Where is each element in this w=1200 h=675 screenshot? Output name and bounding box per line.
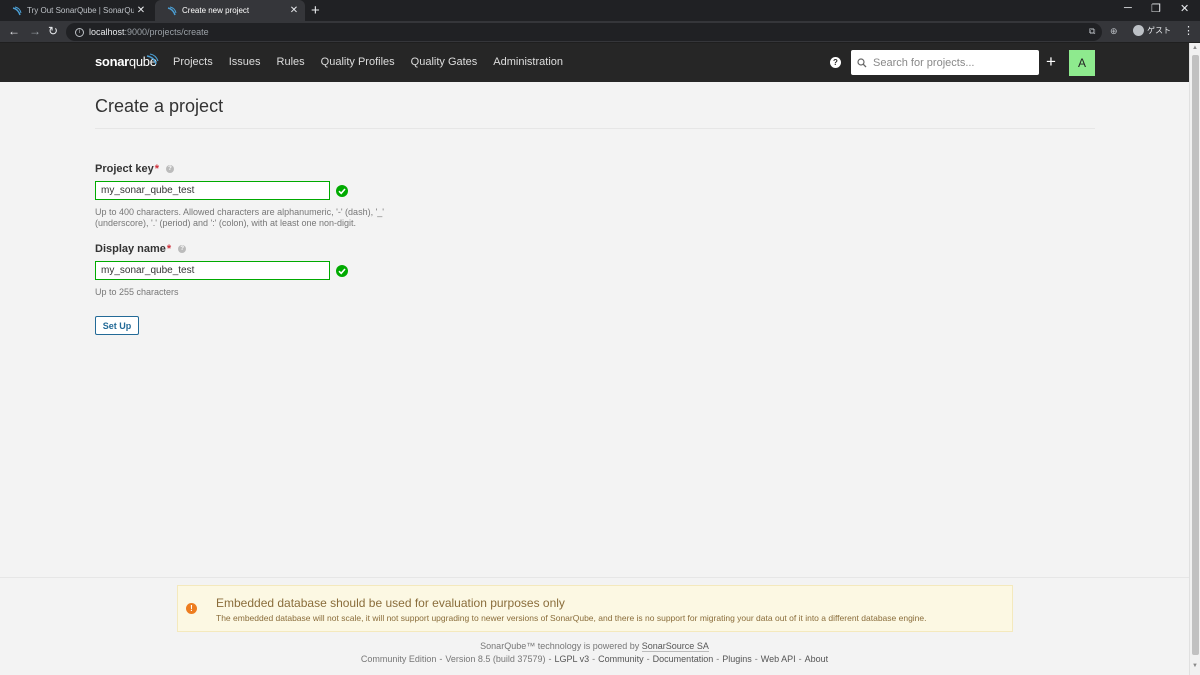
url-path: :9000/projects/create xyxy=(124,27,209,37)
version-text: Version 8.5 (build 37579) xyxy=(445,654,546,664)
tab-title: Try Out SonarQube | SonarQube xyxy=(27,6,134,15)
close-icon[interactable]: ✕ xyxy=(287,5,301,16)
restore-icon[interactable]: ❐ xyxy=(1151,2,1161,15)
display-name-label: Display name * ? xyxy=(95,243,187,255)
sonarsource-link[interactable]: SonarSource SA xyxy=(641,641,709,652)
scroll-down-icon[interactable]: ▼ xyxy=(1192,663,1198,669)
info-icon[interactable]: i xyxy=(75,27,84,37)
browser-menu-icon[interactable]: ⋮ xyxy=(1183,24,1194,37)
main-nav: Projects Issues Rules Quality Profiles Q… xyxy=(173,56,579,68)
page-title: Create a project xyxy=(95,96,224,116)
close-icon[interactable]: ✕ xyxy=(134,5,148,16)
help-tooltip-icon[interactable]: ? xyxy=(178,245,187,253)
warning-description: The embedded database will not scale, it… xyxy=(216,613,927,623)
minimize-icon[interactable]: ─ xyxy=(1124,2,1132,14)
help-icon[interactable]: ? xyxy=(830,57,841,68)
required-mark: * xyxy=(166,243,172,255)
powered-by-text: SonarQube™ technology is powered by xyxy=(480,641,642,651)
display-name-help: Up to 255 characters xyxy=(95,287,179,297)
page-scrollbar[interactable]: ▲ ▼ xyxy=(1189,43,1200,675)
browser-tab-strip: Try Out SonarQube | SonarQube ✕ Create n… xyxy=(0,0,1200,21)
translate-icon[interactable]: ⧉ xyxy=(1089,26,1095,37)
search-input[interactable] xyxy=(873,56,1033,69)
help-tooltip-icon[interactable]: ? xyxy=(165,165,174,173)
nav-quality-gates[interactable]: Quality Gates xyxy=(411,56,478,68)
display-name-input[interactable] xyxy=(95,261,330,280)
warning-title: Embedded database should be used for eva… xyxy=(216,596,565,610)
forward-icon[interactable]: → xyxy=(29,24,41,38)
url-host: localhost xyxy=(89,27,125,37)
profile-label: ゲスト xyxy=(1147,26,1171,35)
community-link[interactable]: Community xyxy=(598,654,644,664)
search-icon xyxy=(857,57,867,67)
warning-icon: ! xyxy=(186,603,197,614)
warning-strip: ! xyxy=(178,586,204,631)
footer-divider xyxy=(0,577,1189,578)
sonar-wave-icon xyxy=(146,53,159,65)
browser-tab-create-project[interactable]: Create new project ✕ xyxy=(155,0,305,21)
reload-icon[interactable]: ↻ xyxy=(48,24,58,38)
powered-by: SonarQube™ technology is powered by Sona… xyxy=(0,641,1189,652)
web-api-link[interactable]: Web API xyxy=(761,654,796,664)
avatar[interactable]: A xyxy=(1069,50,1095,76)
project-key-label-text: Project key xyxy=(95,163,154,175)
edition-text: Community Edition xyxy=(360,654,437,664)
window-close-icon[interactable]: ✕ xyxy=(1180,2,1189,15)
required-mark: * xyxy=(154,163,159,175)
project-key-help-line1: Up to 400 characters. Allowed characters… xyxy=(95,207,385,217)
documentation-link[interactable]: Documentation xyxy=(653,654,714,664)
project-search[interactable] xyxy=(851,50,1039,75)
nav-quality-profiles[interactable]: Quality Profiles xyxy=(321,56,395,68)
embedded-db-warning: ! Embedded database should be used for e… xyxy=(177,585,1013,632)
profile-button[interactable]: ゲスト xyxy=(1133,25,1171,36)
scroll-up-icon[interactable]: ▲ xyxy=(1192,45,1198,51)
back-icon[interactable]: ← xyxy=(8,24,20,38)
license-link[interactable]: LGPL v3 xyxy=(554,654,589,664)
setup-button[interactable]: Set Up xyxy=(95,316,139,335)
browser-toolbar: ← → ↻ i localhost:9000/projects/create ⧉… xyxy=(0,21,1200,43)
sonarqube-favicon-icon xyxy=(167,6,177,15)
new-tab-icon[interactable]: + xyxy=(311,2,320,19)
nav-administration[interactable]: Administration xyxy=(493,56,563,68)
plugins-link[interactable]: Plugins xyxy=(722,654,752,664)
project-key-label: Project key * ? xyxy=(95,163,174,175)
top-navbar: sonarqube Projects Issues Rules Quality … xyxy=(0,43,1189,82)
project-key-help: Up to 400 characters. Allowed characters… xyxy=(95,207,384,229)
profile-icon xyxy=(1133,25,1144,36)
project-key-input[interactable] xyxy=(95,181,330,200)
nav-rules[interactable]: Rules xyxy=(277,56,305,68)
nav-projects[interactable]: Projects xyxy=(173,56,213,68)
browser-tab-sonarqube[interactable]: Try Out SonarQube | SonarQube ✕ xyxy=(0,0,152,21)
logo-text-bold: sonar xyxy=(95,54,129,69)
footer-links: Community Edition - Version 8.5 (build 375… xyxy=(360,654,829,664)
check-circle-icon xyxy=(336,265,348,277)
project-key-help-line2: (underscore), '.' (period) and ':' (colo… xyxy=(95,218,356,228)
title-divider xyxy=(95,128,1095,129)
add-icon[interactable]: + xyxy=(1046,53,1056,70)
about-link[interactable]: About xyxy=(805,654,829,664)
zoom-icon[interactable]: ⊕ xyxy=(1110,26,1118,37)
nav-issues[interactable]: Issues xyxy=(229,56,261,68)
scrollbar-thumb[interactable] xyxy=(1192,55,1199,655)
display-name-label-text: Display name xyxy=(95,243,166,255)
address-bar[interactable]: i localhost:9000/projects/create ⧉ ⊕ xyxy=(66,23,1118,41)
sonarqube-favicon-icon xyxy=(12,6,22,15)
tab-title: Create new project xyxy=(182,6,250,15)
check-circle-icon xyxy=(336,185,348,197)
